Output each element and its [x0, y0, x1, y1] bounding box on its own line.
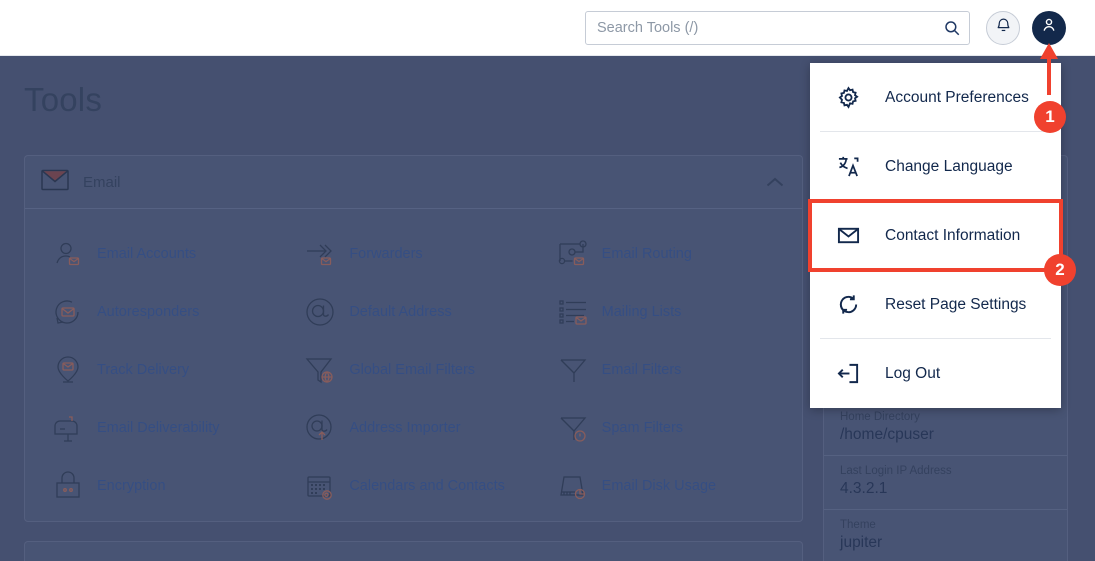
tool-encryption[interactable]: Encryption [35, 457, 287, 515]
disk-pie-icon [558, 471, 588, 501]
email-section-header[interactable]: Email [25, 156, 802, 209]
tool-label: Global Email Filters [349, 362, 476, 378]
at-sign-circle-icon [305, 297, 335, 327]
tool-mailing-lists[interactable]: Mailing Lists [540, 283, 792, 341]
notifications-button[interactable] [986, 10, 1020, 45]
tool-label: Track Delivery [97, 362, 190, 378]
tool-spam-filters[interactable]: Spam Filters [540, 399, 792, 457]
menu-item-label: Reset Page Settings [885, 295, 1027, 313]
up-arrow-pointer-annotation [1039, 43, 1059, 95]
menu-item-contact-information[interactable]: Contact Information [808, 199, 1063, 272]
app-root: Tools Email [0, 0, 1095, 561]
user-avatar-icon [1040, 16, 1058, 39]
page-title: Tools [24, 81, 103, 118]
tool-label: Email Accounts [97, 246, 197, 262]
padlock-icon [53, 471, 83, 501]
tool-label: Email Deliverability [97, 420, 220, 436]
funnel-icon [558, 355, 588, 385]
list-envelope-icon [558, 297, 588, 327]
email-section-title: Email [83, 173, 121, 191]
tool-label: Email Routing [601, 246, 692, 262]
at-sign-upload-icon [305, 413, 335, 443]
email-tools-card: Email Email Accounts Forwarders Email Ro… [24, 155, 803, 522]
tool-forwarders[interactable]: Forwarders [287, 225, 539, 283]
notifications-bell-icon [995, 17, 1012, 39]
tool-label: Email Filters [601, 362, 682, 378]
tool-autoresponders[interactable]: Autoresponders [35, 283, 287, 341]
sidebar-row-value: jupiter [840, 534, 883, 551]
envelope-icon [837, 224, 860, 247]
sidebar-row-value: 4.3.2.1 [840, 480, 888, 497]
user-avatar-button[interactable] [1032, 10, 1066, 45]
email-tools-grid: Email Accounts Forwarders Email Routing … [25, 209, 802, 525]
tool-default-address[interactable]: Default Address [287, 283, 539, 341]
menu-item-account-preferences[interactable]: Account Preferences [810, 63, 1061, 132]
top-header [0, 0, 1095, 56]
tool-label: Calendars and Contacts [349, 478, 505, 494]
tool-label: Email Disk Usage [601, 478, 717, 494]
calendar-at-icon [305, 471, 335, 501]
sidebar-row-key: Last Login IP Address [840, 465, 952, 477]
tool-email-filters[interactable]: Email Filters [540, 341, 792, 399]
gear-icon [837, 86, 860, 109]
tool-label: Mailing Lists [601, 304, 682, 320]
sidebar-row-theme: Theme jupiter [824, 510, 1067, 561]
mailbox-icon [53, 413, 83, 443]
menu-item-label: Contact Information [885, 226, 1021, 244]
tool-email-routing[interactable]: Email Routing [540, 225, 792, 283]
routing-nodes-envelope-icon [558, 239, 588, 269]
tool-label: Default Address [349, 304, 452, 320]
sidebar-row-last-login-ip: Last Login IP Address 4.3.2.1 [824, 456, 1067, 510]
arrow-forward-envelope-icon [305, 239, 335, 269]
chevron-up-icon[interactable] [766, 175, 784, 193]
logout-arrow-icon [837, 362, 860, 385]
funnel-warning-icon [558, 413, 588, 443]
tool-label: Encryption [97, 478, 166, 494]
menu-item-log-out[interactable]: Log Out [810, 339, 1061, 408]
sidebar-row-value: /home/cpuser [840, 426, 934, 443]
menu-item-label: Change Language [885, 157, 1013, 175]
menu-item-reset-page-settings[interactable]: Reset Page Settings [810, 270, 1061, 339]
menu-item-label: Account Preferences [885, 88, 1029, 106]
envelope-icon [41, 169, 69, 196]
translate-icon [837, 155, 860, 178]
tool-label: Autoresponders [97, 304, 200, 320]
tool-calendars-and-contacts[interactable]: Calendars and Contacts [287, 457, 539, 515]
map-pin-envelope-icon [53, 355, 83, 385]
sidebar-row-key: Home Directory [840, 411, 920, 423]
tool-email-deliverability[interactable]: Email Deliverability [35, 399, 287, 457]
search-input[interactable] [585, 10, 970, 45]
account-dropdown-menu: Account Preferences Change Language Cont… [808, 63, 1063, 408]
tool-label: Forwarders [349, 246, 423, 262]
menu-item-change-language[interactable]: Change Language [810, 132, 1061, 201]
annotation-badge-1: 1 [1034, 101, 1066, 133]
circular-arrow-envelope-icon [53, 297, 83, 327]
tool-email-accounts[interactable]: Email Accounts [35, 225, 287, 283]
next-tools-card [24, 541, 803, 561]
tool-address-importer[interactable]: Address Importer [287, 399, 539, 457]
refresh-circle-icon [837, 293, 860, 316]
user-envelope-icon [53, 239, 83, 269]
tool-label: Spam Filters [601, 420, 684, 436]
funnel-globe-icon [305, 355, 335, 385]
annotation-badge-2: 2 [1044, 254, 1076, 286]
menu-item-label: Log Out [885, 364, 941, 382]
tool-global-email-filters[interactable]: Global Email Filters [287, 341, 539, 399]
tool-track-delivery[interactable]: Track Delivery [35, 341, 287, 399]
sidebar-row-key: Theme [840, 519, 876, 531]
search-icon[interactable] [943, 19, 961, 37]
tool-label: Address Importer [349, 420, 461, 436]
tool-email-disk-usage[interactable]: Email Disk Usage [540, 457, 792, 515]
search-box[interactable] [585, 10, 970, 45]
